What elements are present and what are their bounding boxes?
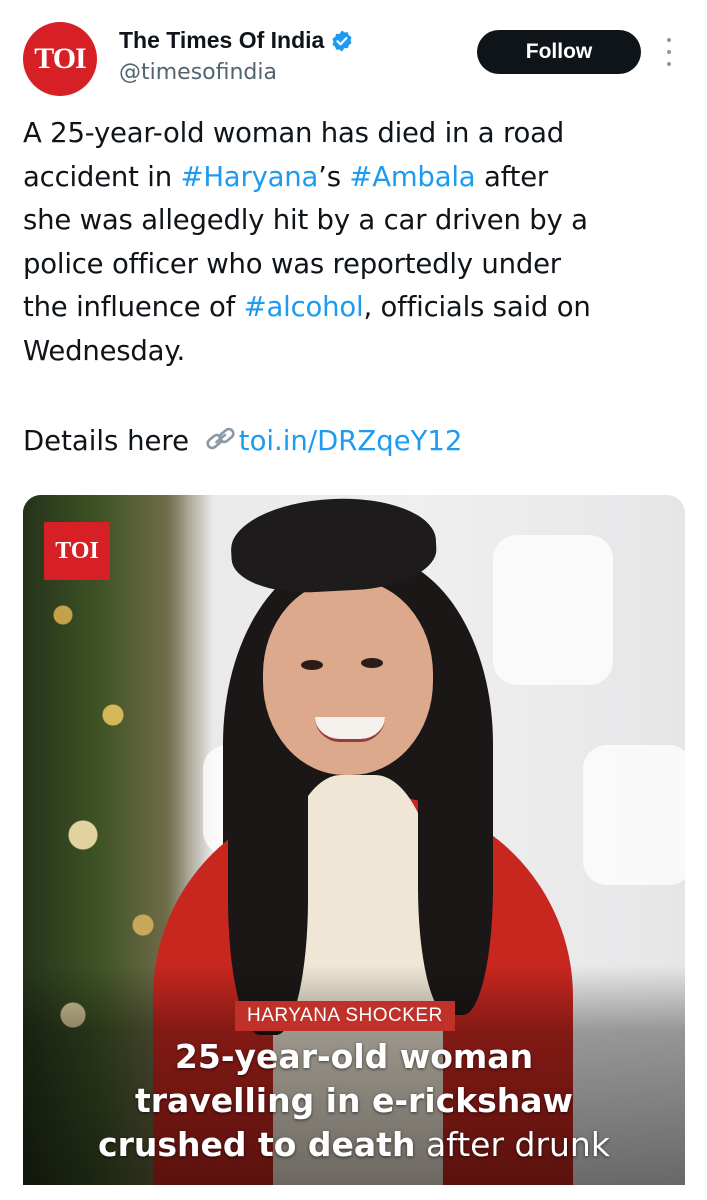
author-name-row: The Times Of India — [119, 27, 354, 54]
tweet-text-segment: ’s — [318, 160, 350, 193]
tweet-text-segment: the influence of — [23, 291, 244, 323]
tweet-text-segment: she was allegedly hit by a car driven by… — [23, 204, 588, 236]
more-dot — [667, 38, 671, 42]
more-dot — [667, 62, 671, 66]
tweet-text: A 25-year-old woman has died in a road ac… — [23, 112, 683, 373]
details-line: Details here toi.in/DRZqeY12 — [23, 420, 462, 464]
headline-line-1: 25-year-old woman — [174, 1037, 534, 1076]
tweet-text-line: Wednesday. — [23, 330, 683, 374]
tweet-text-line: police officer who was reportedly under — [23, 243, 683, 287]
more-vertical-icon[interactable] — [663, 38, 675, 66]
headline-line-3-bold: crushed to death — [98, 1125, 416, 1164]
tweet-text-line: accident in #Haryana’s #Ambala after — [23, 156, 683, 200]
caption-headline: 25-year-old woman travelling in e-ricksh… — [23, 1035, 685, 1167]
avatar-logo-text: TOI — [34, 42, 86, 75]
tweet-text-line: A 25-year-old woman has died in a road — [23, 112, 683, 156]
tweet-card: TOI The Times Of India @timesofindia Fol… — [0, 0, 707, 1200]
photo-eye — [361, 658, 383, 668]
details-prefix: Details here — [23, 425, 198, 457]
tweet-text-line: she was allegedly hit by a car driven by… — [23, 199, 683, 243]
author-handle[interactable]: @timesofindia — [119, 60, 277, 85]
tweet-text-segment: Wednesday. — [23, 334, 186, 367]
background-panel — [583, 745, 685, 885]
avatar[interactable]: TOI — [23, 22, 97, 96]
photo-eye — [301, 660, 323, 670]
hashtag-link[interactable]: #Haryana — [180, 161, 318, 193]
caption-kicker: HARYANA SHOCKER — [235, 1001, 455, 1031]
author-display-name[interactable]: The Times Of India — [119, 27, 324, 54]
tweet-text-segment: after — [475, 160, 549, 193]
headline-line-2: travelling in e-rickshaw — [134, 1081, 574, 1120]
tweet-text-line: the influence of #alcohol, officials sai… — [23, 286, 683, 330]
tweet-text-segment: A 25-year-old woman has died in a road — [23, 117, 565, 149]
tweet-text-segment: police officer who was reportedly under — [23, 247, 561, 280]
link-icon — [206, 427, 235, 450]
tweet-text-segment: accident in — [23, 160, 181, 193]
tweet-link[interactable]: toi.in/DRZqeY12 — [239, 425, 463, 457]
background-panel — [493, 535, 613, 685]
hashtag-link[interactable]: #alcohol — [244, 291, 364, 323]
toi-logo-badge: TOI — [44, 522, 110, 580]
tweet-text-segment: , officials said on — [363, 291, 591, 323]
photo-face — [263, 580, 433, 775]
follow-button[interactable]: Follow — [477, 30, 641, 74]
tweet-media-image[interactable]: TOI HARYANA SHOCKER 25-year-old woman tr… — [23, 495, 685, 1185]
verified-badge-icon — [332, 30, 352, 51]
headline-line-3-rest: after drunk — [415, 1125, 610, 1164]
more-dot — [667, 50, 671, 54]
hashtag-link[interactable]: #Ambala — [349, 161, 475, 193]
